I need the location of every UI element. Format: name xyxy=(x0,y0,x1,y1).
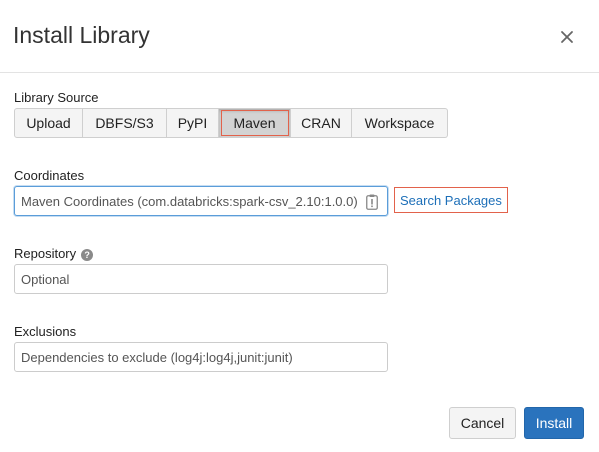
source-option-workspace[interactable]: Workspace xyxy=(352,108,448,138)
repository-label: Repository xyxy=(14,246,77,261)
source-option-maven[interactable]: Maven xyxy=(219,108,291,138)
cancel-button[interactable]: Cancel xyxy=(449,407,516,439)
search-packages-link[interactable]: Search Packages xyxy=(394,187,508,213)
source-option-dbfs-s3[interactable]: DBFS/S3 xyxy=(83,108,167,138)
dialog-title: Install Library xyxy=(13,22,150,48)
repository-placeholder: Optional xyxy=(21,271,70,287)
question-circle-icon[interactable]: ? xyxy=(81,249,94,261)
exclusions-input[interactable]: Dependencies to exclude (log4j:log4j,jun… xyxy=(14,342,388,372)
source-option-upload[interactable]: Upload xyxy=(14,108,83,138)
repository-label-row: Repository? xyxy=(14,246,94,261)
install-button[interactable]: Install xyxy=(524,407,584,439)
repository-input[interactable]: Optional xyxy=(14,264,388,294)
library-source-label: Library Source xyxy=(14,90,99,105)
source-option-cran[interactable]: CRAN xyxy=(291,108,352,138)
source-option-pypi[interactable]: PyPI xyxy=(167,108,219,138)
exclusions-label: Exclusions xyxy=(14,324,77,339)
coordinates-label: Coordinates xyxy=(14,168,85,183)
install-library-dialog: Install Library Library Source Upload DB… xyxy=(0,0,599,452)
coordinates-placeholder: Maven Coordinates (com.databricks:spark-… xyxy=(21,193,358,209)
dialog-header: Install Library xyxy=(0,0,599,73)
exclusions-placeholder: Dependencies to exclude (log4j:log4j,jun… xyxy=(21,349,293,365)
close-icon[interactable] xyxy=(556,26,578,48)
coordinates-input[interactable]: Maven Coordinates (com.databricks:spark-… xyxy=(14,186,388,216)
clipboard-icon xyxy=(366,194,378,210)
library-source-selector: Upload DBFS/S3 PyPI Maven CRAN Workspace xyxy=(14,108,448,138)
